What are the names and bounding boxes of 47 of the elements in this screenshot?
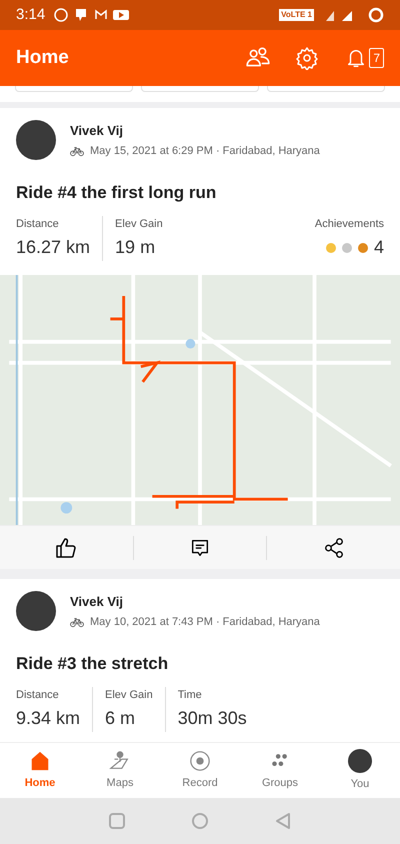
record-icon [189, 750, 211, 772]
share-icon[interactable] [322, 536, 345, 558]
page-title: Home [16, 46, 70, 70]
thumbs-up-icon[interactable] [54, 536, 78, 560]
activity-title[interactable]: Ride #3 the stretch [16, 651, 384, 676]
stat-value: 6 m [105, 707, 136, 730]
avatar[interactable] [16, 120, 56, 160]
nav-tab[interactable]: Record [160, 743, 240, 798]
stat-value: 16.27 km [16, 236, 90, 259]
avatar[interactable] [16, 591, 56, 631]
overview-button[interactable] [109, 813, 125, 829]
achievement-count: 4 [374, 236, 384, 259]
lake-shape [60, 502, 72, 514]
athlete-name[interactable]: Vivek Vij [70, 120, 320, 140]
nav-tab[interactable]: Groups [240, 743, 320, 798]
nav-tab[interactable]: Maps [80, 743, 160, 798]
stat-label: Achievements [314, 216, 384, 232]
back-button[interactable] [275, 812, 291, 830]
nav-tab[interactable]: You [320, 743, 400, 798]
bicycle-icon [68, 615, 86, 630]
stat-label: Distance [16, 216, 60, 232]
home-button[interactable] [191, 812, 209, 830]
stat-label: Distance [16, 688, 60, 702]
home-icon [29, 750, 51, 772]
athlete-name[interactable]: Vivek Vij [70, 592, 320, 611]
circle-app-icon [53, 7, 70, 23]
notifications-button[interactable]: 7 [345, 46, 384, 70]
lake-shape [186, 338, 196, 348]
notification-count: 7 [369, 48, 384, 68]
settings-icon[interactable] [295, 46, 320, 70]
stat-value: 30m 30s [178, 707, 247, 730]
stat-label: Time [178, 688, 203, 702]
activity-title[interactable]: Ride #4 the first long run [16, 180, 384, 206]
stat-value: 9.34 km [16, 707, 80, 730]
network-badge: VoLTE 1 [279, 9, 314, 21]
battery-icon [368, 7, 384, 23]
video-icon [113, 7, 130, 23]
stat-label: Elev Gain [105, 688, 153, 702]
nav-tab[interactable]: Home [0, 743, 80, 798]
activity-meta: May 10, 2021 at 7:43 PM · Faridabad, Haryana [90, 615, 320, 630]
bicycle-icon [68, 144, 86, 158]
avatar-icon [348, 748, 372, 773]
stat-value: 19 m [115, 236, 156, 259]
status-time: 3:14 [16, 4, 46, 25]
route-map[interactable] [0, 275, 400, 525]
activity-meta: May 15, 2021 at 6:29 PM · Faridabad, Haryana [90, 144, 320, 159]
stat-label: Elev Gain [115, 216, 163, 232]
